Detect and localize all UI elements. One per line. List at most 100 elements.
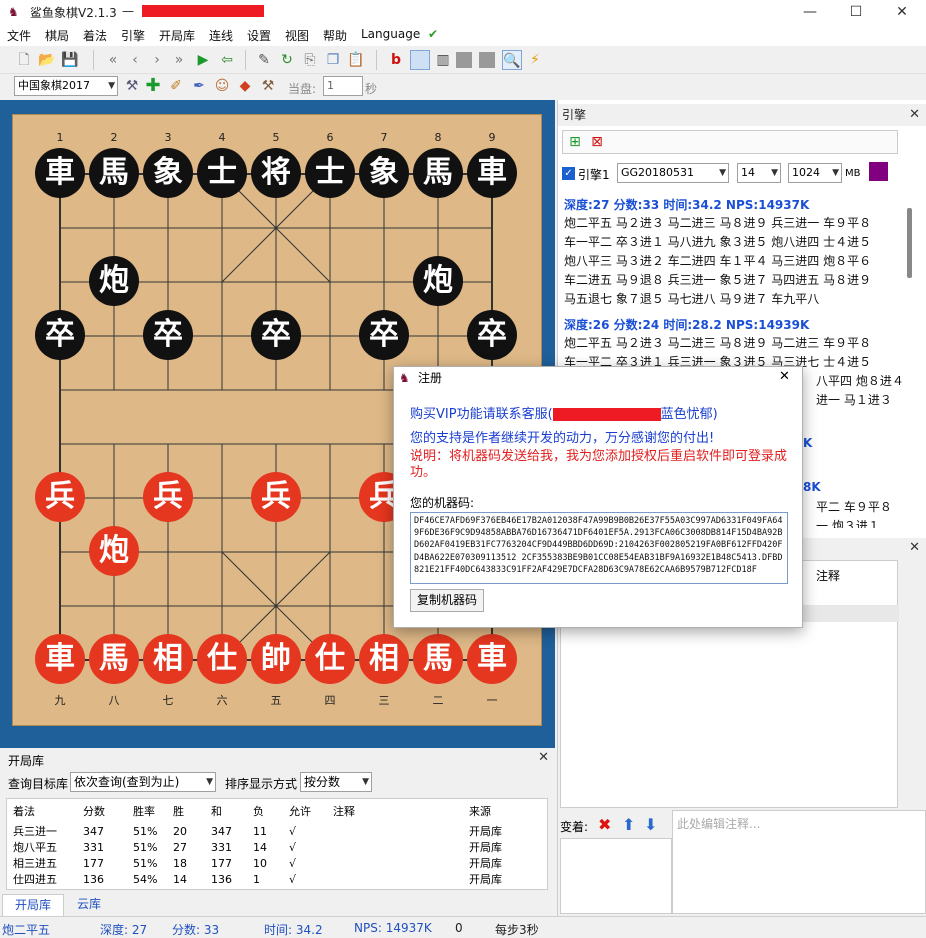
header-note[interactable]: 注释 bbox=[329, 803, 465, 819]
close-icon[interactable]: ✕ bbox=[909, 540, 920, 555]
search-icon[interactable]: 🔍 bbox=[502, 50, 522, 70]
arrow-up-icon[interactable]: ⬆ bbox=[622, 815, 635, 834]
red-cannon-piece[interactable]: 炮 bbox=[89, 526, 139, 576]
play-icon[interactable]: ▶ bbox=[193, 50, 213, 70]
red-pawn-piece[interactable]: 兵 bbox=[35, 472, 85, 522]
note-editor[interactable]: 此处编辑注释... bbox=[672, 810, 926, 914]
user-icon[interactable]: ☺ bbox=[212, 76, 232, 96]
color-swatch[interactable] bbox=[869, 162, 888, 181]
duplicate-icon[interactable]: ❐ bbox=[323, 50, 343, 70]
lightning-icon[interactable]: ⚡ bbox=[525, 50, 545, 70]
seconds-spinner[interactable]: 1 bbox=[323, 76, 363, 96]
paste-icon[interactable]: 📋 bbox=[346, 50, 366, 70]
new-file-icon[interactable]: 🗋 bbox=[14, 50, 34, 70]
threads-select[interactable]: 14 ▼ bbox=[737, 163, 781, 183]
menu-settings[interactable]: 设置 bbox=[247, 27, 271, 44]
remove-engine-icon[interactable]: ⊠ bbox=[587, 132, 607, 152]
board-view-icon[interactable] bbox=[410, 50, 430, 70]
header-source[interactable]: 来源 bbox=[465, 803, 515, 819]
black-elephant-piece[interactable]: 象 bbox=[143, 148, 193, 198]
note-icon[interactable]: ✐ bbox=[166, 76, 186, 96]
eraser-icon[interactable]: ◆ bbox=[235, 76, 255, 96]
scrollbar-thumb[interactable] bbox=[907, 208, 912, 278]
tool-icon[interactable]: ⚒ bbox=[122, 76, 142, 96]
header-allow[interactable]: 允许 bbox=[285, 803, 329, 819]
edit-board-icon[interactable]: ✎ bbox=[254, 50, 274, 70]
red-advisor-piece[interactable]: 仕 bbox=[305, 634, 355, 684]
arrow-down-icon[interactable]: ⬇ bbox=[644, 815, 657, 834]
black-horse-piece[interactable]: 馬 bbox=[89, 148, 139, 198]
table-row[interactable]: 兵三进一 347 51% 20 347 11 √ 开局库 bbox=[9, 823, 515, 839]
last-move-icon[interactable]: » bbox=[169, 50, 189, 70]
query-select[interactable]: 依次查询(查到为止) ▼ bbox=[70, 772, 216, 792]
red-horse-piece[interactable]: 馬 bbox=[89, 634, 139, 684]
menu-opening[interactable]: 开局库 bbox=[159, 27, 195, 44]
menu-moves[interactable]: 着法 bbox=[83, 27, 107, 44]
game-type-select[interactable]: 中国象棋2017 ▼ bbox=[14, 76, 118, 96]
black-horse-piece[interactable]: 馬 bbox=[413, 148, 463, 198]
menu-engine[interactable]: 引擎 bbox=[121, 27, 145, 44]
black-chariot-piece[interactable]: 車 bbox=[35, 148, 85, 198]
table-row[interactable]: 仕四进五 136 54% 14 136 1 √ 开局库 bbox=[9, 871, 515, 887]
panel-icon[interactable]: ▥ bbox=[433, 50, 453, 70]
red-advisor-piece[interactable]: 仕 bbox=[197, 634, 247, 684]
close-button[interactable]: ✕ bbox=[882, 2, 922, 22]
dialog-close-button[interactable]: ✕ bbox=[779, 369, 790, 384]
copy-icon[interactable]: ⎘ bbox=[300, 50, 320, 70]
red-horse-piece[interactable]: 馬 bbox=[413, 634, 463, 684]
red-elephant-piece[interactable]: 相 bbox=[143, 634, 193, 684]
black-pawn-piece[interactable]: 卒 bbox=[359, 310, 409, 360]
red-elephant-piece[interactable]: 相 bbox=[359, 634, 409, 684]
sort-select[interactable]: 按分数 ▼ bbox=[300, 772, 372, 792]
menu-view[interactable]: 视图 bbox=[285, 27, 309, 44]
header-draw[interactable]: 和 bbox=[207, 803, 249, 819]
menu-file[interactable]: 文件 bbox=[7, 27, 31, 44]
black-pawn-piece[interactable]: 卒 bbox=[251, 310, 301, 360]
save-icon[interactable]: 💾 bbox=[60, 50, 80, 70]
minimize-button[interactable]: — bbox=[790, 2, 830, 22]
check-icon[interactable]: ✔ bbox=[428, 27, 438, 41]
prev-move-icon[interactable]: ‹ bbox=[125, 50, 145, 70]
menu-game[interactable]: 棋局 bbox=[45, 27, 69, 44]
black-chariot-piece[interactable]: 車 bbox=[467, 148, 517, 198]
black-advisor-piece[interactable]: 士 bbox=[197, 148, 247, 198]
black-pawn-piece[interactable]: 卒 bbox=[35, 310, 85, 360]
tab-opening[interactable]: 开局库 bbox=[2, 894, 64, 916]
add-icon[interactable]: ✚ bbox=[143, 76, 163, 96]
close-icon[interactable]: ✕ bbox=[909, 104, 920, 126]
menu-language[interactable]: Language bbox=[361, 27, 420, 41]
back-arrow-icon[interactable]: ⇦ bbox=[217, 50, 237, 70]
red-pawn-piece[interactable]: 兵 bbox=[143, 472, 193, 522]
red-chariot-piece[interactable]: 車 bbox=[467, 634, 517, 684]
black-advisor-piece[interactable]: 士 bbox=[305, 148, 355, 198]
black-pawn-piece[interactable]: 卒 bbox=[467, 310, 517, 360]
close-icon[interactable]: ✕ bbox=[538, 750, 549, 765]
red-pawn-piece[interactable]: 兵 bbox=[251, 472, 301, 522]
black-cannon-piece[interactable]: 炮 bbox=[413, 256, 463, 306]
black-general-piece[interactable]: 将 bbox=[251, 148, 301, 198]
black-pawn-piece[interactable]: 卒 bbox=[143, 310, 193, 360]
next-move-icon[interactable]: › bbox=[147, 50, 167, 70]
menu-help[interactable]: 帮助 bbox=[323, 27, 347, 44]
first-move-icon[interactable]: « bbox=[103, 50, 123, 70]
black-cannon-piece[interactable]: 炮 bbox=[89, 256, 139, 306]
selected-row[interactable] bbox=[803, 605, 899, 622]
engine-select[interactable]: GG20180531 ▼ bbox=[617, 163, 729, 183]
black-elephant-piece[interactable]: 象 bbox=[359, 148, 409, 198]
header-score[interactable]: 分数 bbox=[79, 803, 129, 819]
tab-cloud[interactable]: 云库 bbox=[66, 894, 112, 916]
gray-square-icon[interactable] bbox=[479, 52, 495, 68]
gray-square-icon[interactable] bbox=[456, 52, 472, 68]
pen-icon[interactable]: ✒ bbox=[189, 76, 209, 96]
copy-machine-code-button[interactable]: 复制机器码 bbox=[410, 589, 484, 612]
maximize-button[interactable]: ☐ bbox=[836, 2, 876, 22]
table-row[interactable]: 炮八平五 331 51% 27 331 14 √ 开局库 bbox=[9, 839, 515, 855]
red-chariot-piece[interactable]: 車 bbox=[35, 634, 85, 684]
refresh-icon[interactable]: ↻ bbox=[277, 50, 297, 70]
header-move[interactable]: 着法 bbox=[9, 803, 79, 819]
machine-code-field[interactable]: DF46CE7AFD69F376EB46E17B2A012038F47A99B9… bbox=[410, 512, 788, 584]
engine-checkbox[interactable]: ✓ bbox=[562, 167, 575, 180]
b-icon[interactable]: b bbox=[386, 50, 406, 70]
open-folder-icon[interactable]: 📂 bbox=[37, 50, 57, 70]
table-row[interactable]: 相三进五 177 51% 18 177 10 √ 开局库 bbox=[9, 855, 515, 871]
